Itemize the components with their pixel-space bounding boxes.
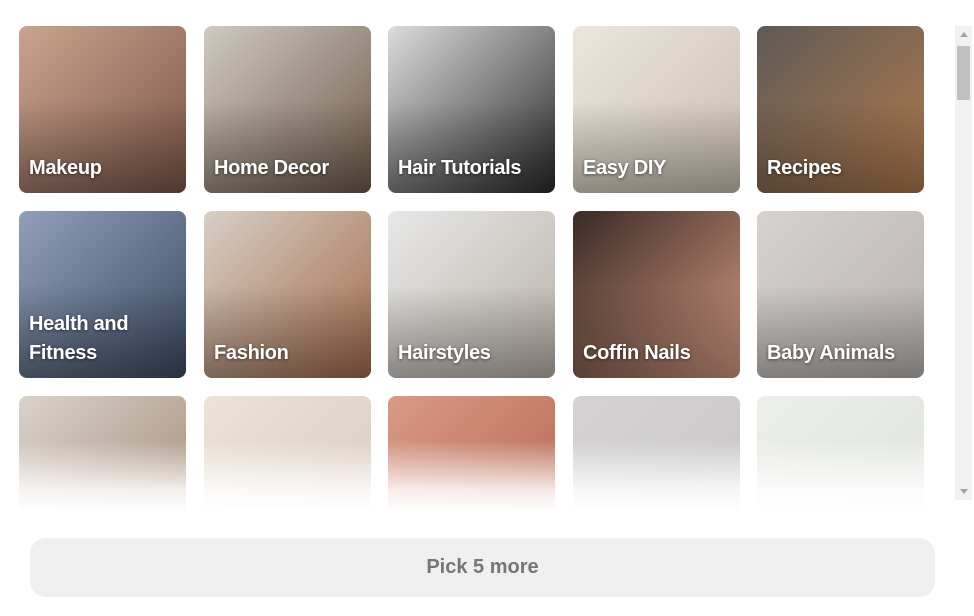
topic-label: Fashion (214, 342, 289, 364)
topic-image (19, 396, 186, 510)
topic-label: Hair Tutorials (398, 157, 522, 179)
scrollbar-thumb[interactable] (957, 46, 970, 100)
topic-tile[interactable] (573, 396, 740, 510)
topic-label: Coffin Nails (583, 342, 691, 364)
topic-label: Easy DIY (583, 157, 667, 179)
topic-label: Hairstyles (398, 342, 491, 364)
topic-tile-fashion[interactable]: Fashion (204, 211, 371, 378)
topic-tile[interactable] (757, 396, 924, 510)
pick-more-button[interactable]: Pick 5 more (30, 538, 935, 597)
topic-grid: Makeup Home Decor Hair Tutorials Easy DI… (0, 0, 950, 510)
topic-tile[interactable] (388, 396, 555, 510)
topic-tile-home-decor[interactable]: Home Decor (204, 26, 371, 193)
topic-image (204, 396, 371, 510)
topic-label: Home Decor (214, 157, 329, 179)
topic-label: Baby Animals (767, 342, 895, 364)
topic-label: Makeup (29, 157, 102, 179)
topic-tile-baby-animals[interactable]: Baby Animals (757, 211, 924, 378)
topic-tile-coffin-nails[interactable]: Coffin Nails (573, 211, 740, 378)
topic-image (573, 396, 740, 510)
vertical-scrollbar[interactable] (955, 26, 972, 500)
topic-tile-recipes[interactable]: Recipes (757, 26, 924, 193)
topic-label: Recipes (767, 157, 842, 179)
topic-tile-makeup[interactable]: Makeup (19, 26, 186, 193)
topic-tile-health-and-fitness[interactable]: Health and Fitness (19, 211, 186, 378)
topic-image (388, 396, 555, 510)
topic-tile-hair-tutorials[interactable]: Hair Tutorials (388, 26, 555, 193)
scroll-up-arrow-icon[interactable] (955, 26, 972, 43)
topic-tile-hairstyles[interactable]: Hairstyles (388, 211, 555, 378)
topic-label: Health and Fitness (29, 313, 129, 364)
topic-tile-easy-diy[interactable]: Easy DIY (573, 26, 740, 193)
topic-tile[interactable] (204, 396, 371, 510)
scroll-down-arrow-icon[interactable] (955, 483, 972, 500)
topic-tile[interactable] (19, 396, 186, 510)
topic-image (757, 396, 924, 510)
